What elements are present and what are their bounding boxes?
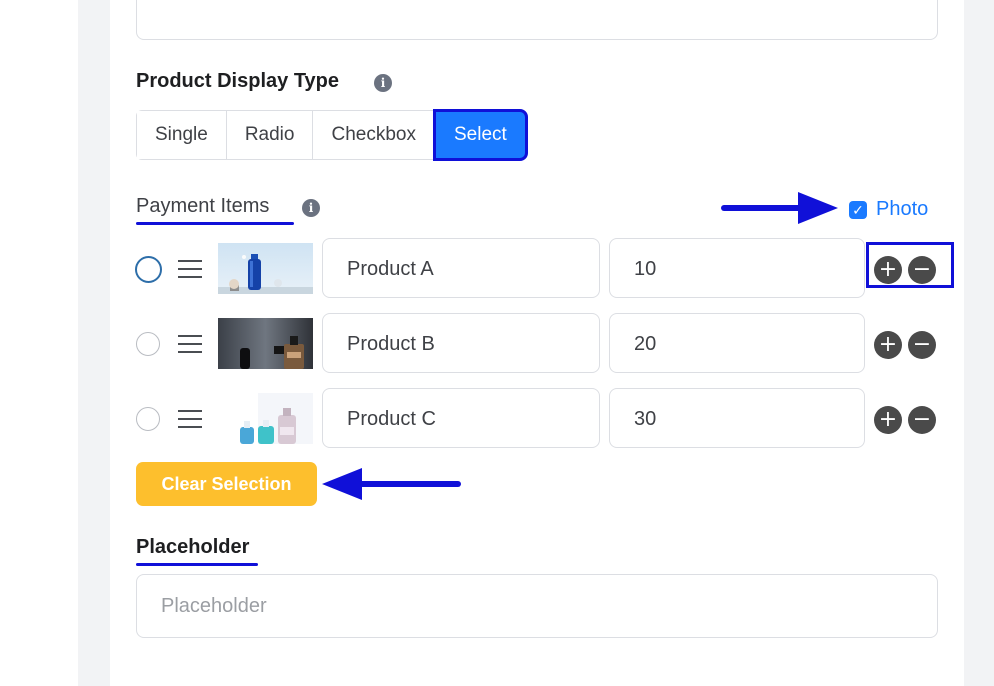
display-type-segmented-control: Single Radio Checkbox Select [136, 109, 528, 161]
photo-checkbox-label[interactable]: Photo [876, 198, 928, 221]
info-icon[interactable]: i [374, 74, 392, 92]
display-type-radio-button[interactable]: Radio [226, 111, 314, 159]
remove-item-icon[interactable]: − [908, 406, 936, 434]
item-radio[interactable] [135, 256, 162, 283]
clear-selection-button[interactable]: Clear Selection [136, 462, 317, 506]
display-type-checkbox-button[interactable]: Checkbox [313, 111, 435, 159]
placeholder-input[interactable]: Placeholder [136, 574, 938, 638]
placeholder-label: Placeholder [136, 536, 250, 558]
arrow-left-annotation [322, 468, 461, 500]
item-radio[interactable] [136, 332, 160, 356]
payment-items-underline-annotation [136, 222, 294, 225]
item-radio[interactable] [136, 407, 160, 431]
display-type-single-button[interactable]: Single [137, 111, 227, 159]
drag-handle-icon[interactable] [178, 335, 202, 359]
product-price-input[interactable]: 30 [609, 388, 865, 448]
payment-item-row: Product A 10 + − [0, 238, 994, 300]
drag-handle-icon[interactable] [178, 260, 202, 284]
product-image [218, 243, 313, 294]
photo-toggle[interactable]: ✓ Photo [849, 198, 928, 221]
drag-handle-icon[interactable] [178, 410, 202, 434]
controls-highlight-annotation [866, 242, 954, 288]
payment-item-row: Product C 30 + − [0, 388, 994, 450]
payment-items-label: Payment Items [136, 195, 270, 217]
product-price-input[interactable]: 10 [609, 238, 865, 298]
display-type-select-button[interactable]: Select [432, 109, 528, 161]
remove-item-icon[interactable]: − [908, 331, 936, 359]
display-type-label: Product Display Type [136, 70, 340, 92]
previous-field-input[interactable] [136, 0, 938, 40]
add-item-icon[interactable]: + [874, 406, 902, 434]
placeholder-underline-annotation [136, 563, 258, 566]
info-icon[interactable]: i [302, 199, 320, 217]
product-image [218, 393, 313, 444]
payment-item-row: Product B 20 + − [0, 313, 994, 375]
photo-checkbox[interactable]: ✓ [849, 200, 867, 219]
add-item-icon[interactable]: + [874, 331, 902, 359]
product-name-input[interactable]: Product A [322, 238, 600, 298]
product-price-input[interactable]: 20 [609, 313, 865, 373]
product-name-input[interactable]: Product C [322, 388, 600, 448]
product-image [218, 318, 313, 369]
product-name-input[interactable]: Product B [322, 313, 600, 373]
arrow-right-annotation [721, 192, 838, 224]
